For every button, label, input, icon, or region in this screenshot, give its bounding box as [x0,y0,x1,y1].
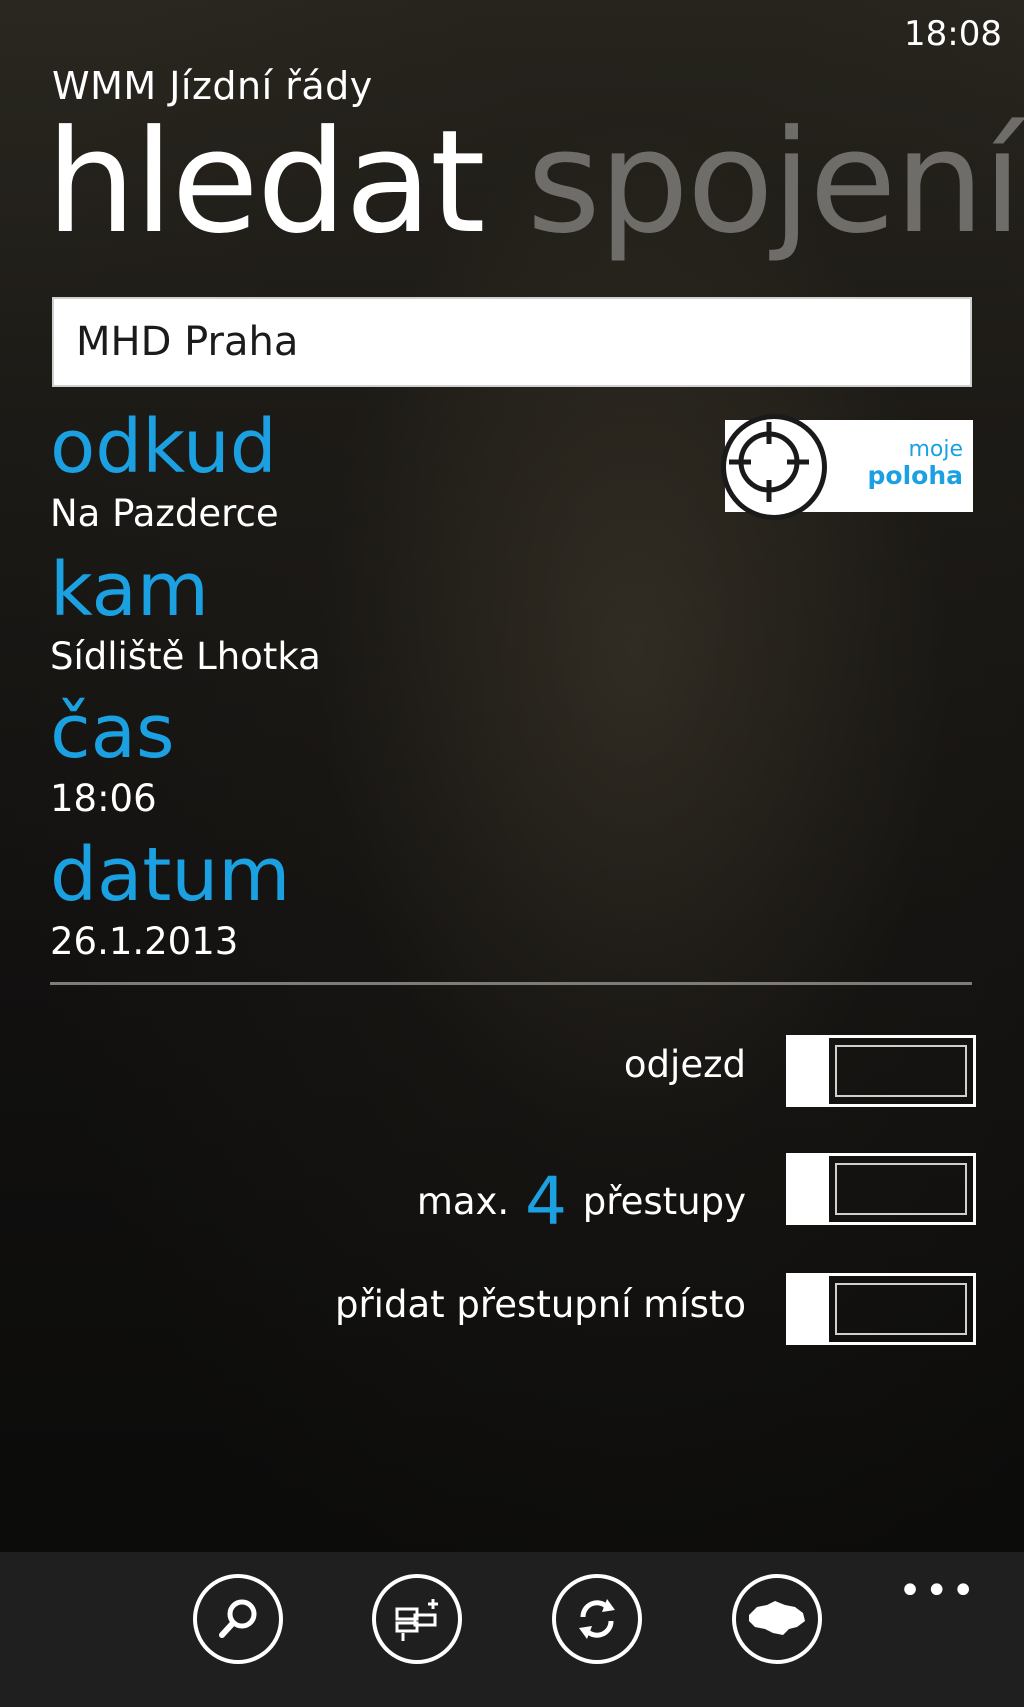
toggle-track [835,1283,967,1335]
from-label: odkud [50,404,277,490]
to-value: Sídliště Lhotka [50,635,321,678]
pivot-tab-search[interactable]: hledat [46,100,486,265]
departure-label: odjezd [623,1043,746,1086]
add-transfer-toggle[interactable] [786,1273,976,1345]
swap-button[interactable] [552,1574,642,1664]
from-value: Na Pazderce [50,492,279,535]
from-field[interactable]: odkud Na Pazderce [50,410,279,535]
to-field[interactable]: kam Sídliště Lhotka [50,553,321,678]
region-map-button[interactable] [732,1574,822,1664]
divider [50,982,972,985]
status-clock: 18:08 [904,14,1002,54]
time-field[interactable]: čas 18:06 [50,695,175,820]
favorites-button[interactable] [372,1574,462,1664]
time-label: čas [50,689,175,775]
date-label: datum [50,832,291,918]
region-value: MHD Praha [76,319,299,365]
toggle-knob [789,1038,829,1104]
pivot-header: hledat spojení [46,112,1022,254]
toggle-knob [789,1276,829,1342]
my-location-label: moje poloha [867,437,963,491]
time-value: 18:06 [50,777,157,820]
swap-icon [579,1599,615,1639]
crosshair-icon [721,414,827,520]
max-transfers-label: max. 4 přestupy [416,1163,746,1240]
region-selector[interactable]: MHD Praha [52,297,972,387]
favorites-icon [395,1599,438,1641]
add-transfer-label: přidat přestupní místo [334,1283,746,1326]
application-bar [0,1552,1024,1707]
to-label: kam [50,547,209,633]
date-value: 26.1.2013 [50,920,239,963]
search-icon [219,1599,257,1638]
pivot-tab-connection[interactable]: spojení [527,100,1022,265]
toggle-track [835,1163,967,1215]
my-location-button[interactable]: moje poloha [721,414,973,520]
max-transfers-toggle[interactable] [786,1153,976,1225]
region-map-icon [749,1601,805,1635]
search-button[interactable] [193,1574,283,1664]
toggle-track [835,1045,967,1097]
more-menu-button[interactable]: ••• [898,1568,978,1614]
max-transfers-count[interactable]: 4 [521,1163,571,1240]
date-field[interactable]: datum 26.1.2013 [50,838,290,963]
departure-toggle[interactable] [786,1035,976,1107]
toggle-knob [789,1156,829,1222]
